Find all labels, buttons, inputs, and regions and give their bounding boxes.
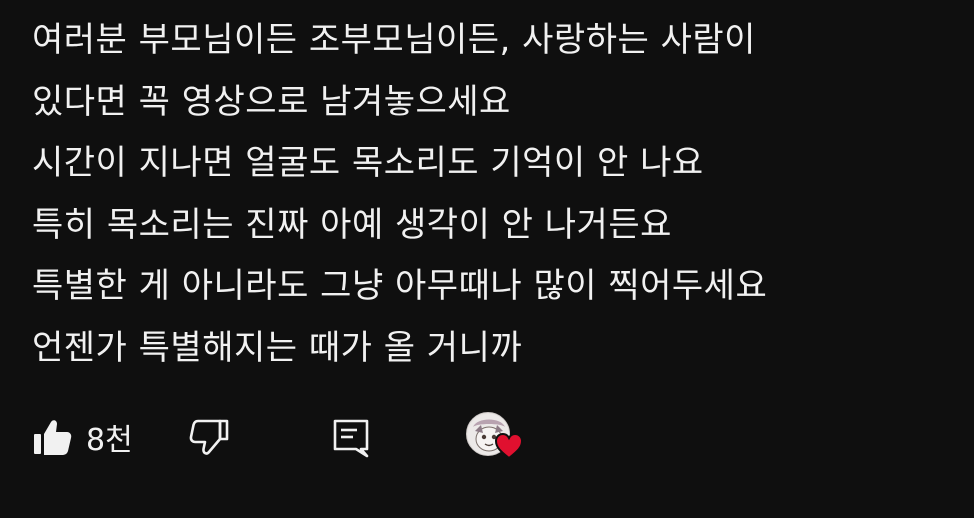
dislike-button[interactable]: [188, 411, 232, 463]
comment-line: 여러분 부모님이든 조부모님이든, 사랑하는 사람이: [32, 20, 756, 60]
comment-line: 특별한 게 아니라도 그냥 아무때나 많이 찍어두세요: [32, 266, 768, 306]
comment-line: 있다면 꼭 영상으로 남겨놓으세요: [32, 81, 511, 122]
like-count: 8천: [86, 423, 133, 458]
comment-action-bar: 8천: [32, 411, 552, 463]
comment-line: 언젠가 특별해지는 때가 올 거니까: [32, 327, 523, 368]
creator-avatar-heart: [466, 410, 526, 464]
like-button[interactable]: 8천: [32, 411, 133, 463]
heart-icon: [494, 432, 524, 464]
comment-line: 시간이 지나면 얼굴도 목소리도 기억이 안 나요: [32, 143, 704, 183]
comment-line: 특히 목소리는 진짜 아예 생각이 안 나거든요: [32, 204, 672, 245]
creator-heart-badge[interactable]: [466, 411, 526, 463]
thumbs-down-icon: [188, 415, 232, 459]
thumbs-up-icon: [32, 416, 74, 458]
comment-text: 여러분 부모님이든 조부모님이든, 사랑하는 사람이 있다면 꼭 영상으로 남겨…: [32, 10, 952, 379]
reply-comment-icon: [330, 415, 372, 459]
reply-button[interactable]: [330, 411, 372, 463]
